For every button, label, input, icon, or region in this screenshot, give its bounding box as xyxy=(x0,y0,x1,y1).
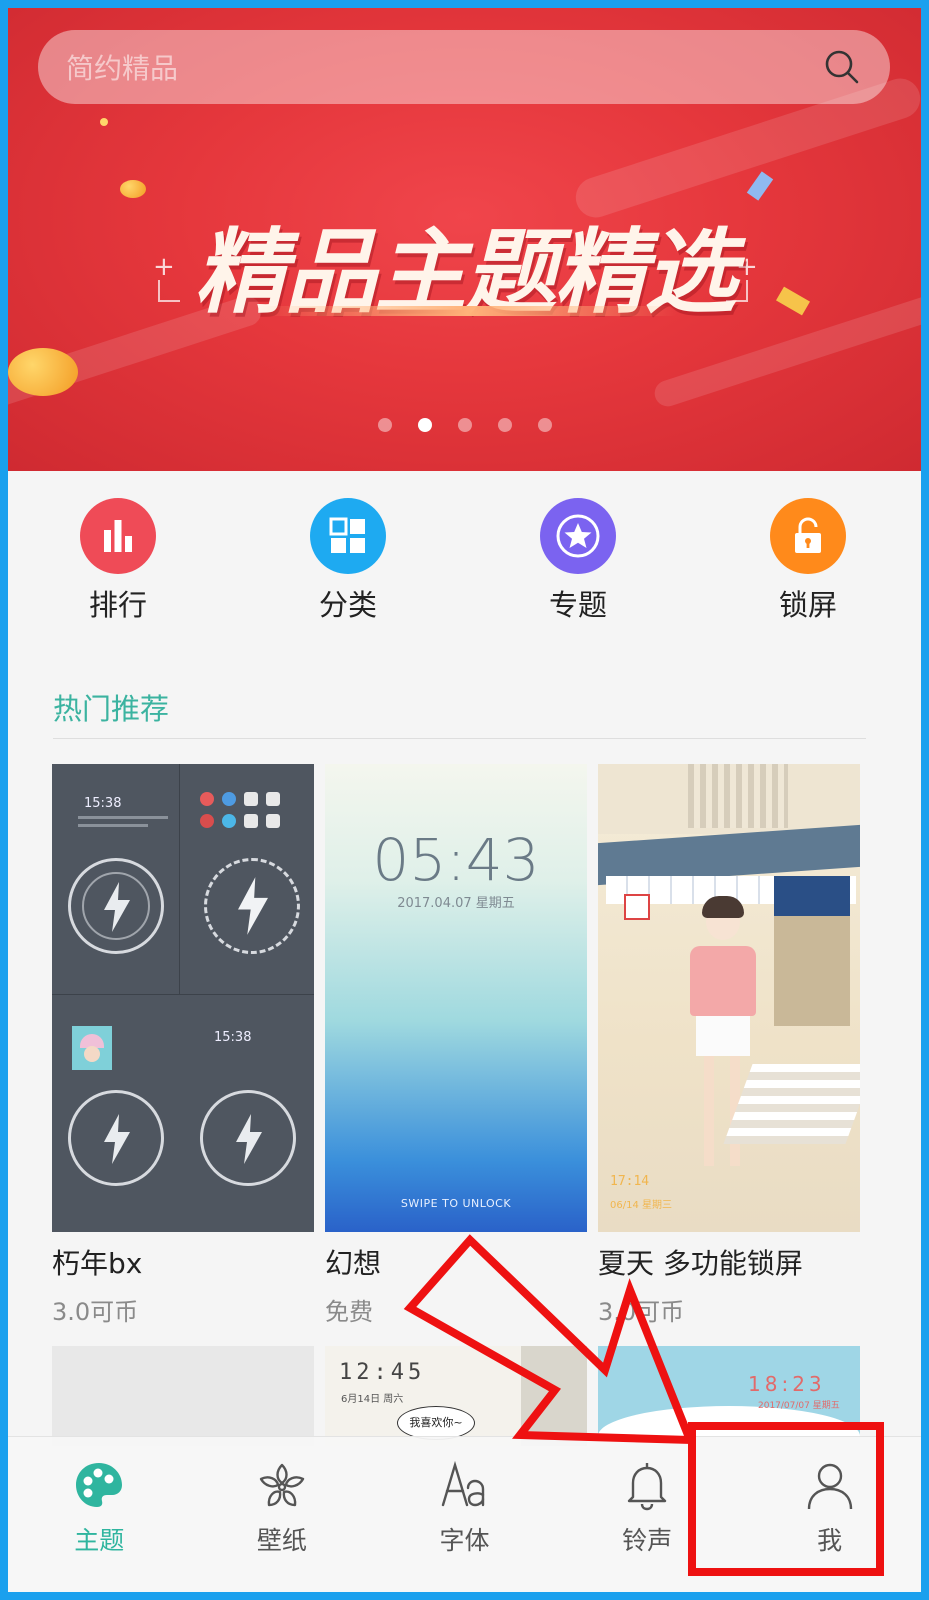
preview-clock: 05:43 xyxy=(372,826,540,894)
theme-price: 3.0可币 xyxy=(52,1298,139,1326)
theme-preview-image[interactable]: 05:43 2017.04.07 星期五 SWIPE TO UNLOCK xyxy=(325,764,587,1232)
preview-date: 2017.04.07 星期五 xyxy=(397,896,515,911)
palette-icon xyxy=(76,1463,123,1507)
confetti xyxy=(746,171,774,201)
preview-date: 06/14 星期三 xyxy=(610,1200,672,1211)
theme-card[interactable]: 17:14 06/14 星期三 夏天 多功能锁屏 3.0可币 xyxy=(598,764,860,1327)
theme-name[interactable]: 朽年bx xyxy=(52,1242,314,1282)
nav-theme[interactable]: 主题 xyxy=(29,1459,169,1557)
search-icon[interactable] xyxy=(822,47,862,87)
ranking-icon xyxy=(80,498,156,574)
theme-preview-image[interactable] xyxy=(52,1346,314,1446)
coin-decoration xyxy=(120,180,146,198)
shortcut-label: 分类 xyxy=(318,588,377,622)
preview-time: 12:45 xyxy=(339,1360,426,1385)
bolt-icon xyxy=(238,877,268,935)
theme-grid: 15:38 15:38 朽年bx 3.0可币 05:43 2017.04.07 … xyxy=(52,764,860,1327)
search-input[interactable]: 简约精品 xyxy=(66,47,822,87)
banner-carousel[interactable]: 简约精品 + + 精品主题精选 xyxy=(8,8,921,471)
shortcut-label: 专题 xyxy=(548,588,607,622)
preview-line xyxy=(78,824,148,827)
shortcut-lockscreen[interactable]: 锁屏 xyxy=(738,498,878,628)
bolt-icon xyxy=(104,1114,130,1164)
screen: 简约精品 + + 精品主题精选 排行 分类 专题 锁屏 热门推荐 15:38 1… xyxy=(8,8,921,1592)
shortcut-row: 排行 分类 专题 锁屏 xyxy=(48,498,878,628)
nav-label: 铃声 xyxy=(622,1526,673,1555)
nav-font[interactable]: 字体 xyxy=(394,1459,534,1557)
door xyxy=(774,916,850,1026)
category-icon xyxy=(310,498,386,574)
divider xyxy=(53,738,866,739)
girl-shorts xyxy=(696,1016,750,1056)
nav-wallpaper[interactable]: 壁纸 xyxy=(212,1459,352,1557)
flower-icon xyxy=(259,1463,305,1507)
noren xyxy=(774,876,850,916)
nav-label: 主题 xyxy=(74,1526,125,1555)
preview-line xyxy=(78,816,168,819)
theme-card[interactable]: 05:43 2017.04.07 星期五 SWIPE TO UNLOCK 幻想 … xyxy=(325,764,587,1327)
lock-icon xyxy=(770,498,846,574)
carousel-dot xyxy=(537,418,552,432)
speech-bubble: 我喜欢你~ xyxy=(397,1406,475,1440)
theme-card[interactable]: 15:38 15:38 朽年bx 3.0可币 xyxy=(52,764,314,1327)
carousel-dot xyxy=(457,418,472,432)
theme-preview-image[interactable]: 15:38 15:38 xyxy=(52,764,314,1232)
bolt-icon xyxy=(236,1114,262,1164)
coin-decoration xyxy=(8,348,78,396)
album-art xyxy=(72,1026,112,1070)
font-icon xyxy=(442,1460,485,1507)
theme-name[interactable]: 幻想 xyxy=(325,1242,587,1282)
banner-glow xyxy=(258,306,678,316)
preview-time: 18:23 xyxy=(748,1372,826,1396)
preview-date: 2017/07/07 星期五 xyxy=(758,1401,840,1411)
girl-shirt xyxy=(690,946,756,1016)
star-icon xyxy=(540,498,616,574)
divider xyxy=(52,994,314,995)
theme-preview-image[interactable]: 17:14 06/14 星期三 xyxy=(598,764,860,1232)
preview-swipe-text: SWIPE TO UNLOCK xyxy=(400,1197,512,1210)
theme-name[interactable]: 夏天 多功能锁屏 xyxy=(598,1242,860,1282)
shortcut-category[interactable]: 分类 xyxy=(278,498,418,628)
bell-icon xyxy=(627,1463,667,1511)
annotation-highlight-box xyxy=(688,1422,884,1576)
section-title-hot: 热门推荐 xyxy=(53,692,170,726)
crosswalk xyxy=(723,1064,860,1144)
nav-label: 字体 xyxy=(439,1526,490,1555)
bolt-icon xyxy=(104,882,130,932)
preview-time: 15:38 xyxy=(84,796,122,811)
preview-time: 15:38 xyxy=(214,1030,252,1045)
wall xyxy=(521,1346,587,1446)
carousel-indicator xyxy=(8,418,921,432)
preview-time: 17:14 xyxy=(610,1174,650,1189)
app-icon-grid xyxy=(200,792,300,832)
shutter xyxy=(688,764,788,828)
search-bar[interactable]: 简约精品 xyxy=(38,30,890,104)
shortcut-topic[interactable]: 专题 xyxy=(508,498,648,628)
shortcut-ranking[interactable]: 排行 xyxy=(48,498,188,628)
carousel-dot-active xyxy=(417,418,432,432)
confetti xyxy=(100,118,108,126)
ice-sign xyxy=(624,894,650,920)
nav-label: 壁纸 xyxy=(256,1526,307,1555)
girl-leg xyxy=(704,1056,714,1166)
shortcut-label: 锁屏 xyxy=(778,588,837,622)
preview-date: 6月14日 周六 xyxy=(341,1394,404,1405)
carousel-dot xyxy=(377,418,392,432)
shortcut-label: 排行 xyxy=(88,588,147,622)
theme-price: 3.0可币 xyxy=(598,1298,685,1326)
theme-preview-image[interactable]: 12:45 6月14日 周六 我喜欢你~ xyxy=(325,1346,587,1446)
theme-price: 免费 xyxy=(325,1298,373,1326)
girl-hair xyxy=(702,896,744,918)
carousel-dot xyxy=(497,418,512,432)
